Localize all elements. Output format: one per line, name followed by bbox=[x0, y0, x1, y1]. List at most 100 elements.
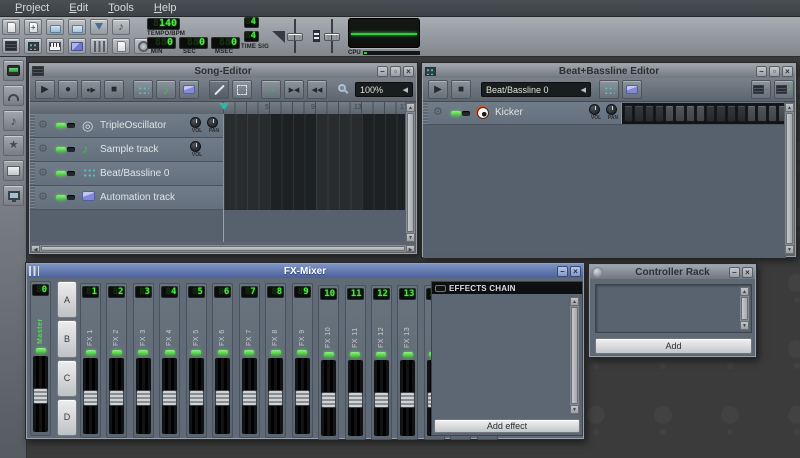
save-project-button[interactable] bbox=[90, 19, 108, 35]
play-button[interactable]: ▶ bbox=[35, 80, 55, 99]
track-gear-icon[interactable]: ⚙ bbox=[38, 192, 48, 203]
fx-channel-fader[interactable] bbox=[162, 358, 178, 434]
track-bb0[interactable]: ⚙ Beat/Bassline 0 bbox=[30, 162, 406, 186]
minimize-button[interactable]: – bbox=[557, 265, 568, 277]
fx-channel-strip[interactable]: 82 FX 2 bbox=[106, 283, 128, 438]
stop-button[interactable]: ■ bbox=[104, 80, 124, 99]
fx-channel-strip[interactable]: 86 FX 6 bbox=[212, 283, 234, 438]
track-tripleoscillator[interactable]: ⚙ ◎ TripleOscillator VOL PAN bbox=[30, 114, 406, 138]
fx-channel-strip[interactable]: 84 FX 4 bbox=[159, 283, 181, 438]
fx-channel-fader[interactable] bbox=[135, 358, 151, 434]
fx-channel-fader[interactable] bbox=[109, 358, 125, 434]
mute-led[interactable] bbox=[56, 171, 66, 176]
solo-led[interactable] bbox=[462, 111, 470, 116]
volume-knob[interactable] bbox=[190, 117, 201, 128]
track-sample[interactable]: ⚙ ♪ Sample track VOL bbox=[30, 138, 406, 162]
fx-channel-fader[interactable] bbox=[188, 358, 204, 434]
beat-step-cell[interactable] bbox=[695, 105, 705, 122]
scroll-handle[interactable] bbox=[741, 297, 748, 320]
fx-channel-strip[interactable]: 10 FX 10 bbox=[318, 285, 340, 440]
track-gear-icon[interactable]: ⚙ bbox=[433, 107, 443, 118]
add-sample-track-button[interactable]: ♪ bbox=[156, 80, 176, 99]
fx-channel-strip[interactable]: 88 FX 8 bbox=[265, 283, 287, 438]
beat-step-cell[interactable] bbox=[654, 105, 664, 122]
minimize-button[interactable]: – bbox=[377, 65, 388, 77]
scroll-handle[interactable] bbox=[41, 246, 405, 251]
fx-channel-mute-led[interactable] bbox=[85, 350, 96, 355]
fx-channel-mute-led[interactable] bbox=[217, 350, 228, 355]
scroll-down-arrow[interactable]: ▼ bbox=[785, 245, 794, 254]
menu-item[interactable]: Edit bbox=[60, 1, 97, 15]
scroll-down-arrow[interactable]: ▼ bbox=[570, 405, 579, 414]
scroll-handle[interactable] bbox=[786, 113, 793, 244]
fx-master-fader[interactable] bbox=[33, 356, 48, 432]
stop-button[interactable]: ■ bbox=[451, 80, 471, 99]
track-name[interactable]: Sample track bbox=[100, 144, 158, 155]
end-marker-button[interactable]: ▶◀ bbox=[284, 80, 304, 99]
time-field[interactable]: 88 0 MIN bbox=[147, 37, 176, 55]
scroll-up-arrow[interactable]: ▲ bbox=[570, 297, 579, 306]
track-gear-icon[interactable]: ⚙ bbox=[38, 144, 48, 155]
solo-led[interactable] bbox=[67, 195, 75, 200]
mute-led[interactable] bbox=[451, 111, 461, 116]
volume-knob[interactable] bbox=[190, 141, 201, 152]
fx-channel-fader[interactable] bbox=[268, 358, 284, 434]
beat-step-cell[interactable] bbox=[757, 105, 767, 122]
new-project-button[interactable] bbox=[2, 19, 20, 35]
bb-editor-vscrollbar[interactable]: ▲ ▼ bbox=[784, 102, 795, 255]
effects-chain-scrollbar[interactable]: ▲ ▼ bbox=[569, 296, 580, 415]
fader-handle[interactable] bbox=[268, 390, 284, 406]
track-name[interactable]: Beat/Bassline 0 bbox=[100, 168, 170, 179]
fx-channel-fader[interactable] bbox=[294, 358, 310, 434]
add-bb-track-button[interactable] bbox=[599, 80, 619, 99]
fx-channel-strip[interactable]: 13 FX 13 bbox=[397, 285, 419, 440]
rewind-button[interactable]: ◀◀ bbox=[307, 80, 327, 99]
fader-handle[interactable] bbox=[33, 388, 48, 404]
sidebar-item-home[interactable]: ★ bbox=[3, 135, 24, 156]
maximize-button[interactable]: ▫ bbox=[769, 65, 780, 77]
track-grip[interactable] bbox=[423, 102, 428, 124]
beat-step-cell[interactable] bbox=[624, 105, 634, 122]
menu-item[interactable]: Help bbox=[145, 1, 186, 15]
scroll-handle[interactable] bbox=[407, 113, 414, 232]
fx-channel-mute-led[interactable] bbox=[164, 350, 175, 355]
controller-rack-titlebar[interactable]: Controller Rack – × bbox=[590, 265, 755, 279]
show-automation-editor-button[interactable] bbox=[68, 38, 86, 54]
scroll-down-arrow[interactable]: ▼ bbox=[406, 233, 415, 242]
show-bb-editor-button[interactable] bbox=[24, 38, 42, 54]
mute-led[interactable] bbox=[56, 123, 66, 128]
add-effect-button[interactable]: Add effect bbox=[434, 419, 580, 433]
minimize-button[interactable]: – bbox=[729, 266, 740, 278]
master-pitch-slider[interactable] bbox=[324, 19, 340, 53]
track-lane[interactable] bbox=[223, 114, 406, 138]
add-automation-track-button[interactable] bbox=[179, 80, 199, 99]
scroll-right-arrow[interactable]: ▶ bbox=[406, 245, 415, 253]
fx-channel-strip[interactable]: 11 FX 11 bbox=[344, 285, 366, 440]
fx-send-button[interactable]: D bbox=[57, 398, 77, 436]
pan-knob[interactable] bbox=[606, 104, 617, 115]
scroll-up-arrow[interactable]: ▲ bbox=[785, 103, 794, 112]
beat-step-cell[interactable] bbox=[736, 105, 746, 122]
fx-send-button[interactable]: A bbox=[57, 281, 77, 319]
fader-handle[interactable] bbox=[373, 392, 389, 408]
fx-channel-strip[interactable]: 85 FX 5 bbox=[185, 283, 207, 438]
fx-mixer-titlebar[interactable]: FX-Mixer – × bbox=[27, 264, 583, 278]
track-grip[interactable] bbox=[30, 162, 35, 185]
open-recent-button[interactable] bbox=[68, 19, 86, 35]
menu-item[interactable]: Project bbox=[6, 1, 58, 15]
fx-channel-mute-led[interactable] bbox=[323, 352, 334, 357]
fader-handle[interactable] bbox=[241, 390, 257, 406]
scroll-handle[interactable] bbox=[571, 307, 578, 404]
fader-handle[interactable] bbox=[347, 392, 363, 408]
fx-channel-mute-led[interactable] bbox=[402, 352, 413, 357]
record-button[interactable]: ● bbox=[58, 80, 78, 99]
maximize-button[interactable]: ▫ bbox=[390, 65, 401, 77]
beat-step-cell[interactable] bbox=[767, 105, 777, 122]
new-from-template-button[interactable] bbox=[24, 19, 42, 35]
fx-channel-strip[interactable]: 81 FX 1 bbox=[80, 283, 101, 438]
beat-step-cell[interactable] bbox=[685, 105, 695, 122]
solo-led[interactable] bbox=[67, 171, 75, 176]
fx-master-mute-led[interactable] bbox=[35, 348, 46, 353]
song-editor-vscrollbar[interactable]: ▲ ▼ bbox=[405, 102, 416, 243]
close-button[interactable]: × bbox=[570, 265, 581, 277]
